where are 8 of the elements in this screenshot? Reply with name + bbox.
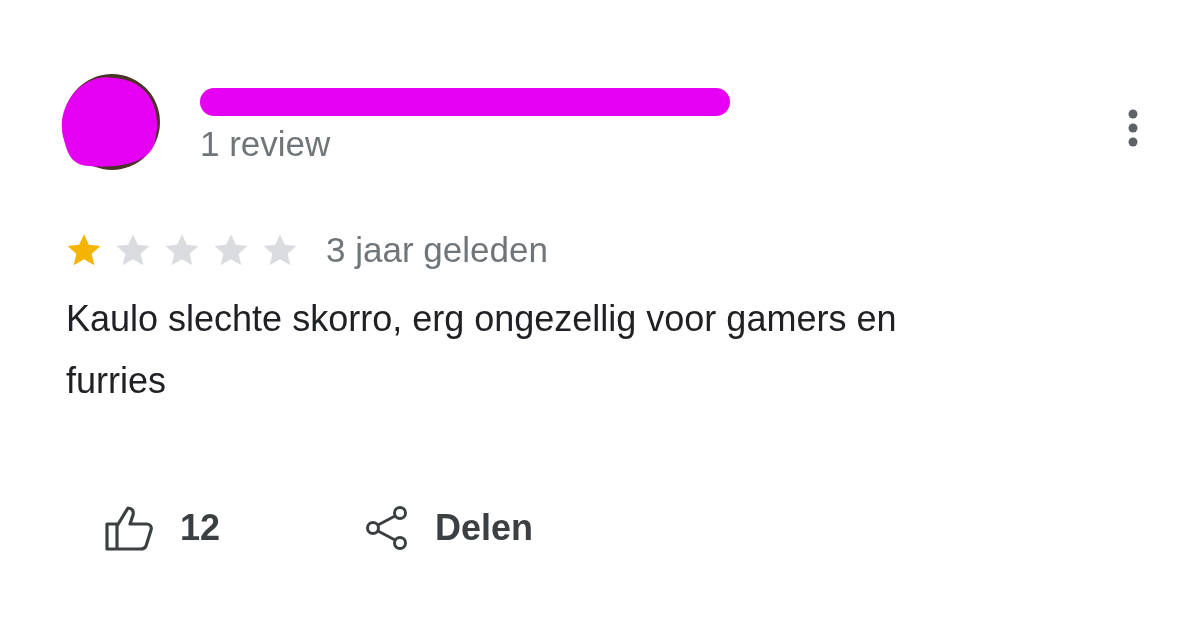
share-button[interactable]: Delen bbox=[365, 505, 534, 551]
thumbs-up-icon bbox=[104, 504, 154, 552]
like-button[interactable]: 12 bbox=[104, 504, 221, 552]
review-count: 1 review bbox=[200, 124, 332, 164]
more-options-icon[interactable] bbox=[1126, 108, 1140, 148]
review-text: Kaulo slechte skorro, erg ongezellig voor gamers en furries bbox=[66, 297, 898, 403]
review-time: 3 jaar geleden bbox=[326, 230, 548, 270]
share-icon bbox=[365, 505, 410, 551]
